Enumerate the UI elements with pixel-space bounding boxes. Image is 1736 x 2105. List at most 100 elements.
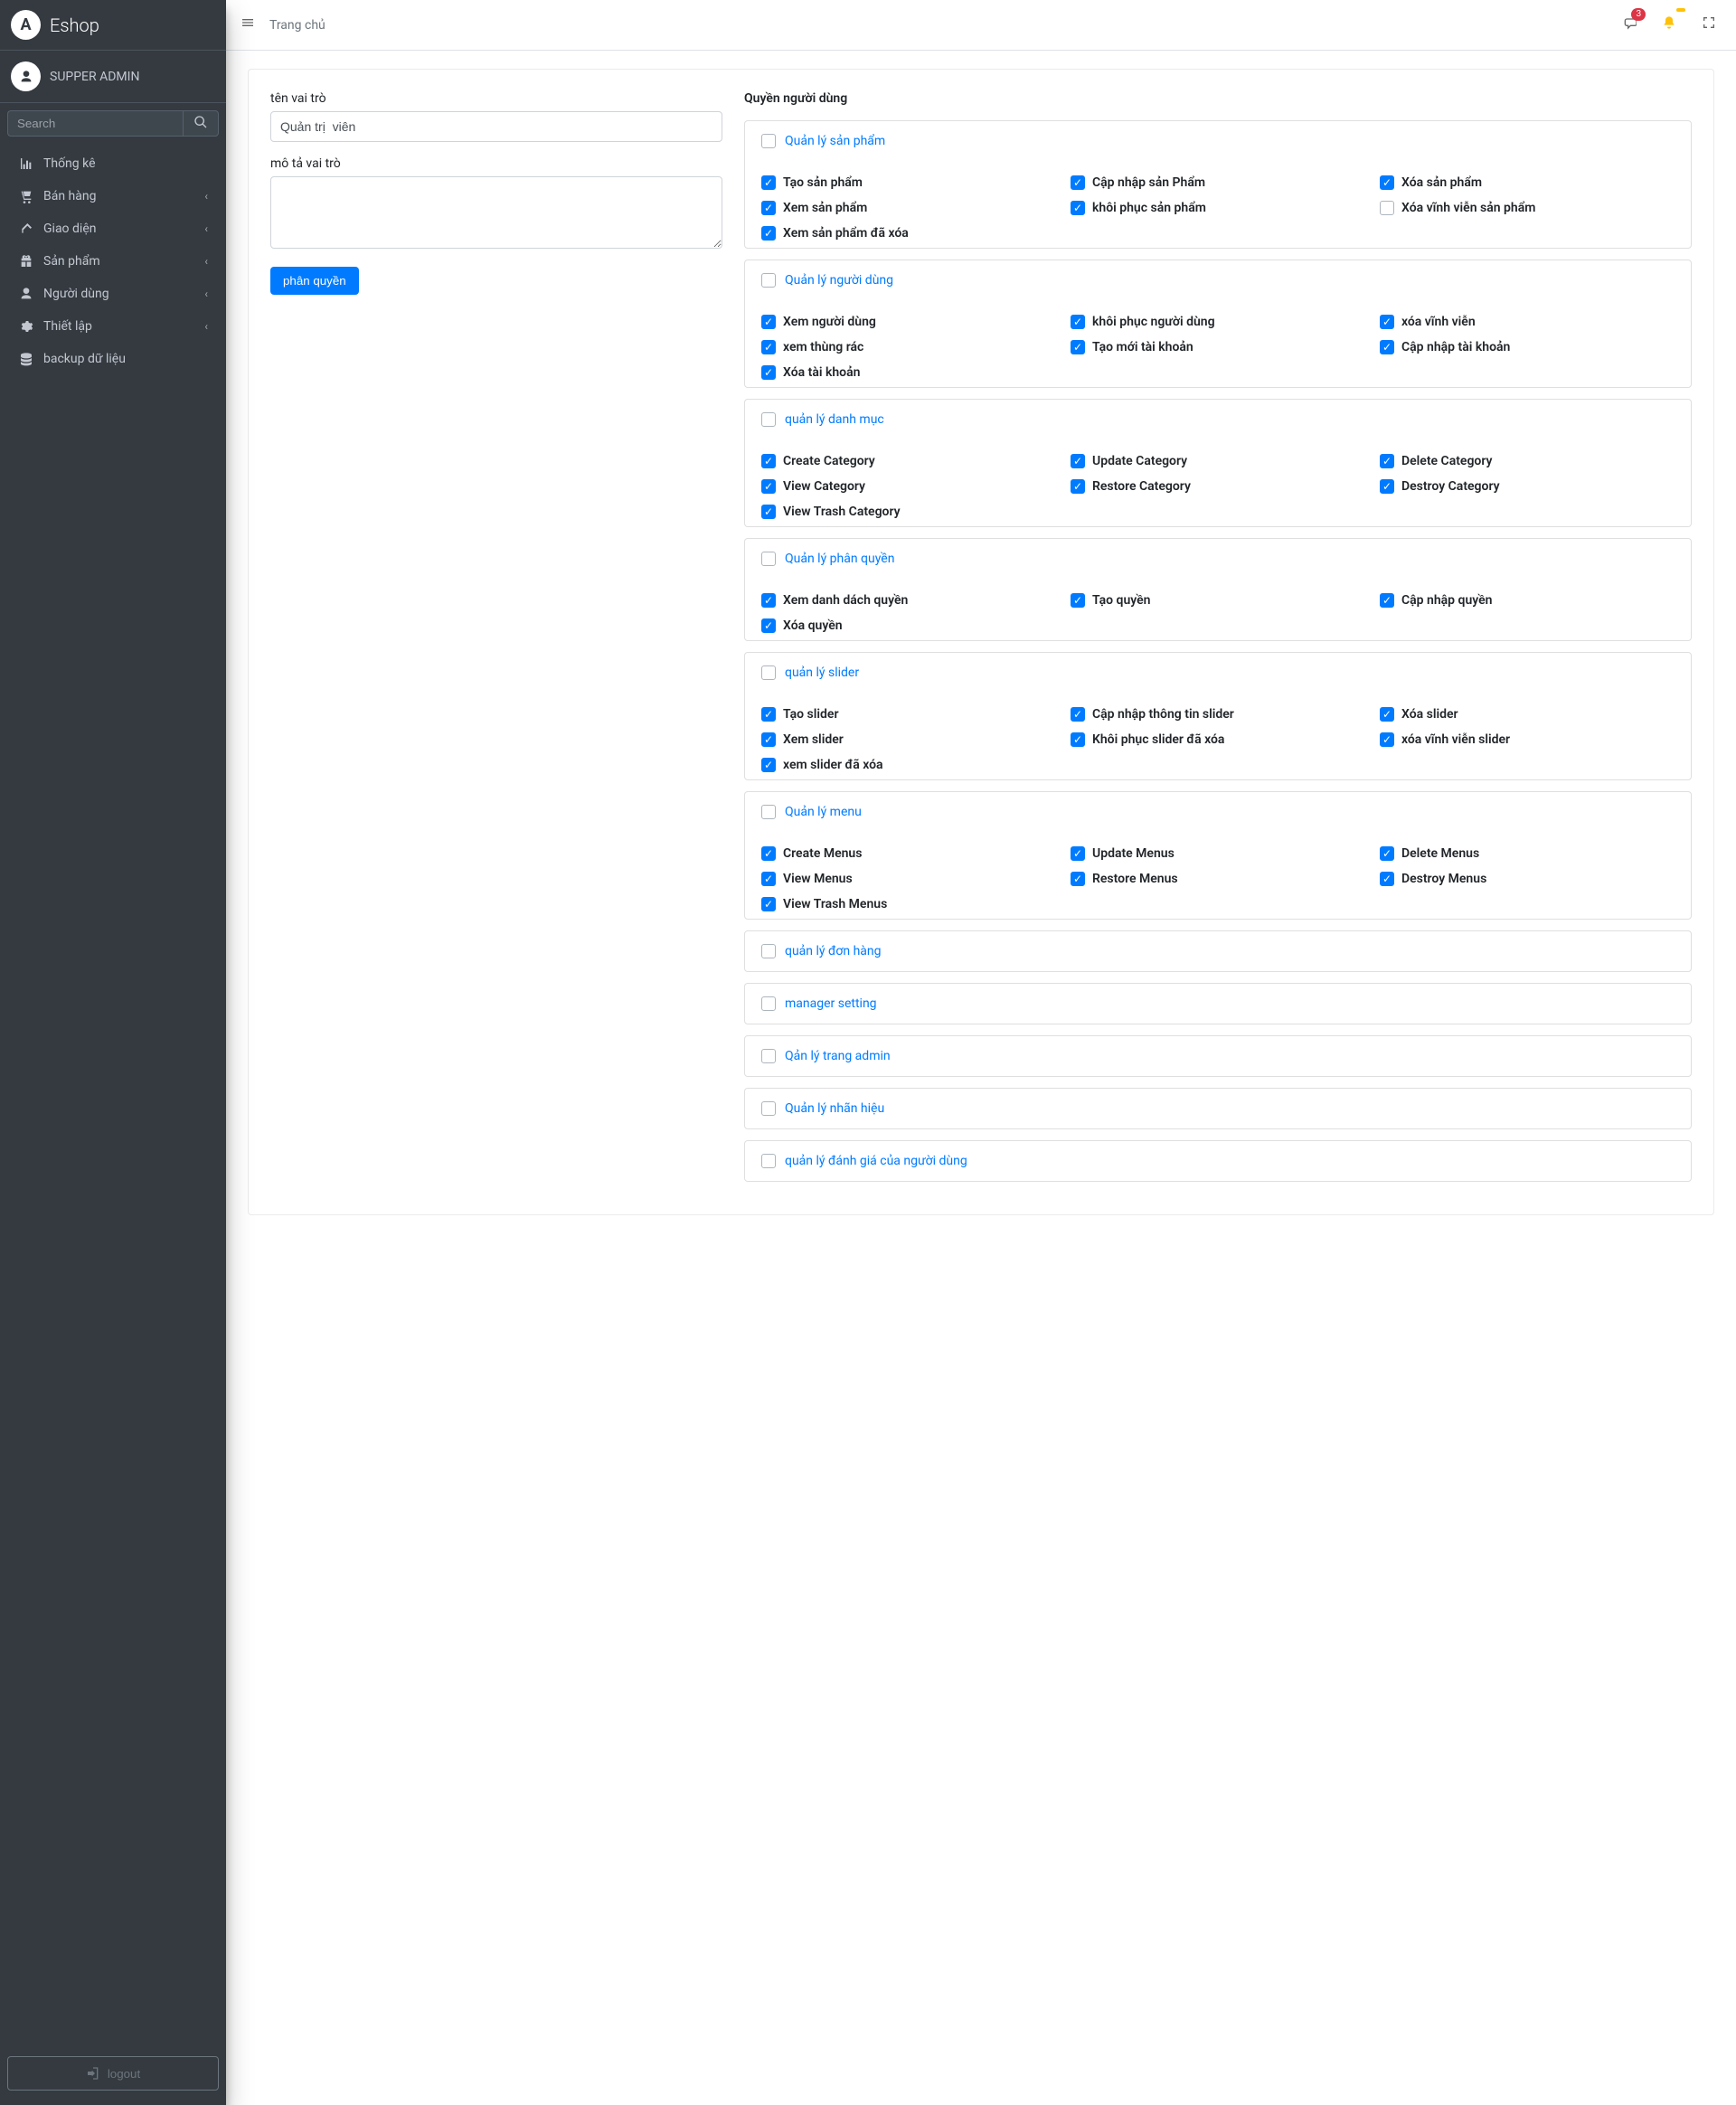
role-name-input[interactable] [270, 111, 722, 142]
permission-item[interactable]: Cập nhập tài khoản [1380, 338, 1675, 356]
permission-item[interactable]: Destroy Category [1380, 477, 1675, 496]
permission-checkbox[interactable] [761, 479, 776, 494]
permission-checkbox[interactable] [761, 758, 776, 772]
permission-item[interactable]: View Menus [761, 870, 1056, 888]
sidebar-item-3[interactable]: Sản phẩm ‹ [7, 245, 219, 278]
permission-item[interactable]: khôi phục sản phẩm [1071, 199, 1365, 217]
permission-item[interactable]: Restore Menus [1071, 870, 1365, 888]
permission-checkbox[interactable] [761, 707, 776, 722]
permission-item[interactable]: Tạo quyền [1071, 591, 1365, 609]
permission-item[interactable]: Khôi phục slider đã xóa [1071, 731, 1365, 749]
sidebar-search-input[interactable] [7, 110, 183, 137]
permission-group-toggle[interactable]: quản lý đánh giá của người dùng [785, 1154, 967, 1168]
sidebar-item-4[interactable]: Người dùng ‹ [7, 278, 219, 310]
permission-item[interactable]: Xóa tài khoản [761, 363, 1056, 382]
sidebar-item-2[interactable]: Giao diện ‹ [7, 212, 219, 245]
permission-item[interactable]: Tạo mới tài khoản [1071, 338, 1365, 356]
permission-checkbox[interactable] [761, 340, 776, 354]
sidebar-search-button[interactable] [183, 110, 219, 137]
permission-checkbox[interactable] [1380, 872, 1394, 886]
permission-checkbox[interactable] [761, 732, 776, 747]
permission-item[interactable]: Tạo slider [761, 705, 1056, 723]
permission-checkbox[interactable] [761, 897, 776, 911]
permission-group-checkbox[interactable] [761, 552, 776, 566]
permission-item[interactable]: Xóa quyền [761, 617, 1056, 635]
permission-item[interactable]: Create Category [761, 452, 1056, 470]
permission-checkbox[interactable] [1071, 732, 1085, 747]
permission-checkbox[interactable] [1380, 454, 1394, 468]
permission-checkbox[interactable] [1380, 340, 1394, 354]
permission-item[interactable]: Xem người dùng [761, 313, 1056, 331]
permission-item[interactable]: Xem danh dách quyền [761, 591, 1056, 609]
permission-checkbox[interactable] [1071, 454, 1085, 468]
permission-group-toggle[interactable]: quản lý slider [785, 665, 859, 680]
permission-group-toggle[interactable]: manager setting [785, 996, 877, 1011]
permission-checkbox[interactable] [1380, 593, 1394, 608]
permission-checkbox[interactable] [761, 872, 776, 886]
permission-checkbox[interactable] [761, 175, 776, 190]
permission-checkbox[interactable] [1071, 479, 1085, 494]
permission-checkbox[interactable] [1071, 201, 1085, 215]
permission-group-toggle[interactable]: Qản lý trang admin [785, 1049, 891, 1063]
permission-group-checkbox[interactable] [761, 134, 776, 148]
notifications-button[interactable] [1656, 10, 1682, 40]
permission-item[interactable]: Destroy Menus [1380, 870, 1675, 888]
permission-item[interactable]: xem slider đã xóa [761, 756, 1056, 774]
permission-checkbox[interactable] [1380, 479, 1394, 494]
permission-checkbox[interactable] [761, 201, 776, 215]
permission-group-toggle[interactable]: Quản lý phân quyền [785, 552, 894, 566]
permission-checkbox[interactable] [761, 846, 776, 861]
permission-item[interactable]: xóa vĩnh viễn slider [1380, 731, 1675, 749]
permission-item[interactable]: Create Menus [761, 845, 1056, 863]
permission-checkbox[interactable] [761, 315, 776, 329]
permission-item[interactable]: View Trash Category [761, 503, 1056, 521]
permission-group-checkbox[interactable] [761, 273, 776, 288]
permission-group-toggle[interactable]: Quản lý menu [785, 805, 862, 819]
permission-item[interactable]: Tạo sản phẩm [761, 174, 1056, 192]
permission-checkbox[interactable] [1380, 201, 1394, 215]
permission-checkbox[interactable] [1071, 340, 1085, 354]
permission-item[interactable]: xóa vĩnh viễn [1380, 313, 1675, 331]
permission-group-checkbox[interactable] [761, 996, 776, 1011]
permission-checkbox[interactable] [1071, 846, 1085, 861]
permission-item[interactable]: Xóa slider [1380, 705, 1675, 723]
permission-item[interactable]: View Category [761, 477, 1056, 496]
permission-group-toggle[interactable]: Quản lý nhãn hiệu [785, 1101, 884, 1116]
permission-checkbox[interactable] [761, 618, 776, 633]
permission-checkbox[interactable] [761, 365, 776, 380]
permission-group-toggle[interactable]: Quản lý sản phẩm [785, 134, 885, 148]
permission-group-toggle[interactable]: Quản lý người dùng [785, 273, 893, 288]
permission-item[interactable]: Delete Menus [1380, 845, 1675, 863]
permission-item[interactable]: Xóa sản phẩm [1380, 174, 1675, 192]
permission-item[interactable]: xem thùng rác [761, 338, 1056, 356]
permission-item[interactable]: Xem slider [761, 731, 1056, 749]
permission-checkbox[interactable] [1380, 175, 1394, 190]
permission-checkbox[interactable] [1071, 707, 1085, 722]
permission-item[interactable]: View Trash Menus [761, 895, 1056, 913]
sidebar-item-1[interactable]: Bán hàng ‹ [7, 180, 219, 212]
permission-item[interactable]: Restore Category [1071, 477, 1365, 496]
permission-group-checkbox[interactable] [761, 1101, 776, 1116]
permission-group-checkbox[interactable] [761, 412, 776, 427]
permission-item[interactable]: khôi phục người dùng [1071, 313, 1365, 331]
permission-group-checkbox[interactable] [761, 1049, 776, 1063]
submit-button[interactable]: phân quyền [270, 267, 359, 295]
permission-group-checkbox[interactable] [761, 805, 776, 819]
permission-checkbox[interactable] [1380, 707, 1394, 722]
permission-item[interactable]: Delete Category [1380, 452, 1675, 470]
sidebar-toggle-button[interactable] [241, 15, 255, 34]
breadcrumb[interactable]: Trang chủ [269, 18, 326, 33]
sidebar-item-6[interactable]: backup dữ liệu [7, 343, 219, 375]
permission-checkbox[interactable] [1071, 872, 1085, 886]
permission-checkbox[interactable] [1071, 315, 1085, 329]
permission-group-checkbox[interactable] [761, 665, 776, 680]
permission-checkbox[interactable] [761, 226, 776, 241]
permission-item[interactable]: Cập nhập thông tin slider [1071, 705, 1365, 723]
permission-group-checkbox[interactable] [761, 944, 776, 958]
permission-item[interactable]: Cập nhập quyền [1380, 591, 1675, 609]
permission-checkbox[interactable] [761, 593, 776, 608]
permission-group-checkbox[interactable] [761, 1154, 776, 1168]
permission-item[interactable]: Cập nhập sản Phẩm [1071, 174, 1365, 192]
brand-link[interactable]: A Eshop [0, 0, 226, 51]
permission-checkbox[interactable] [1071, 175, 1085, 190]
